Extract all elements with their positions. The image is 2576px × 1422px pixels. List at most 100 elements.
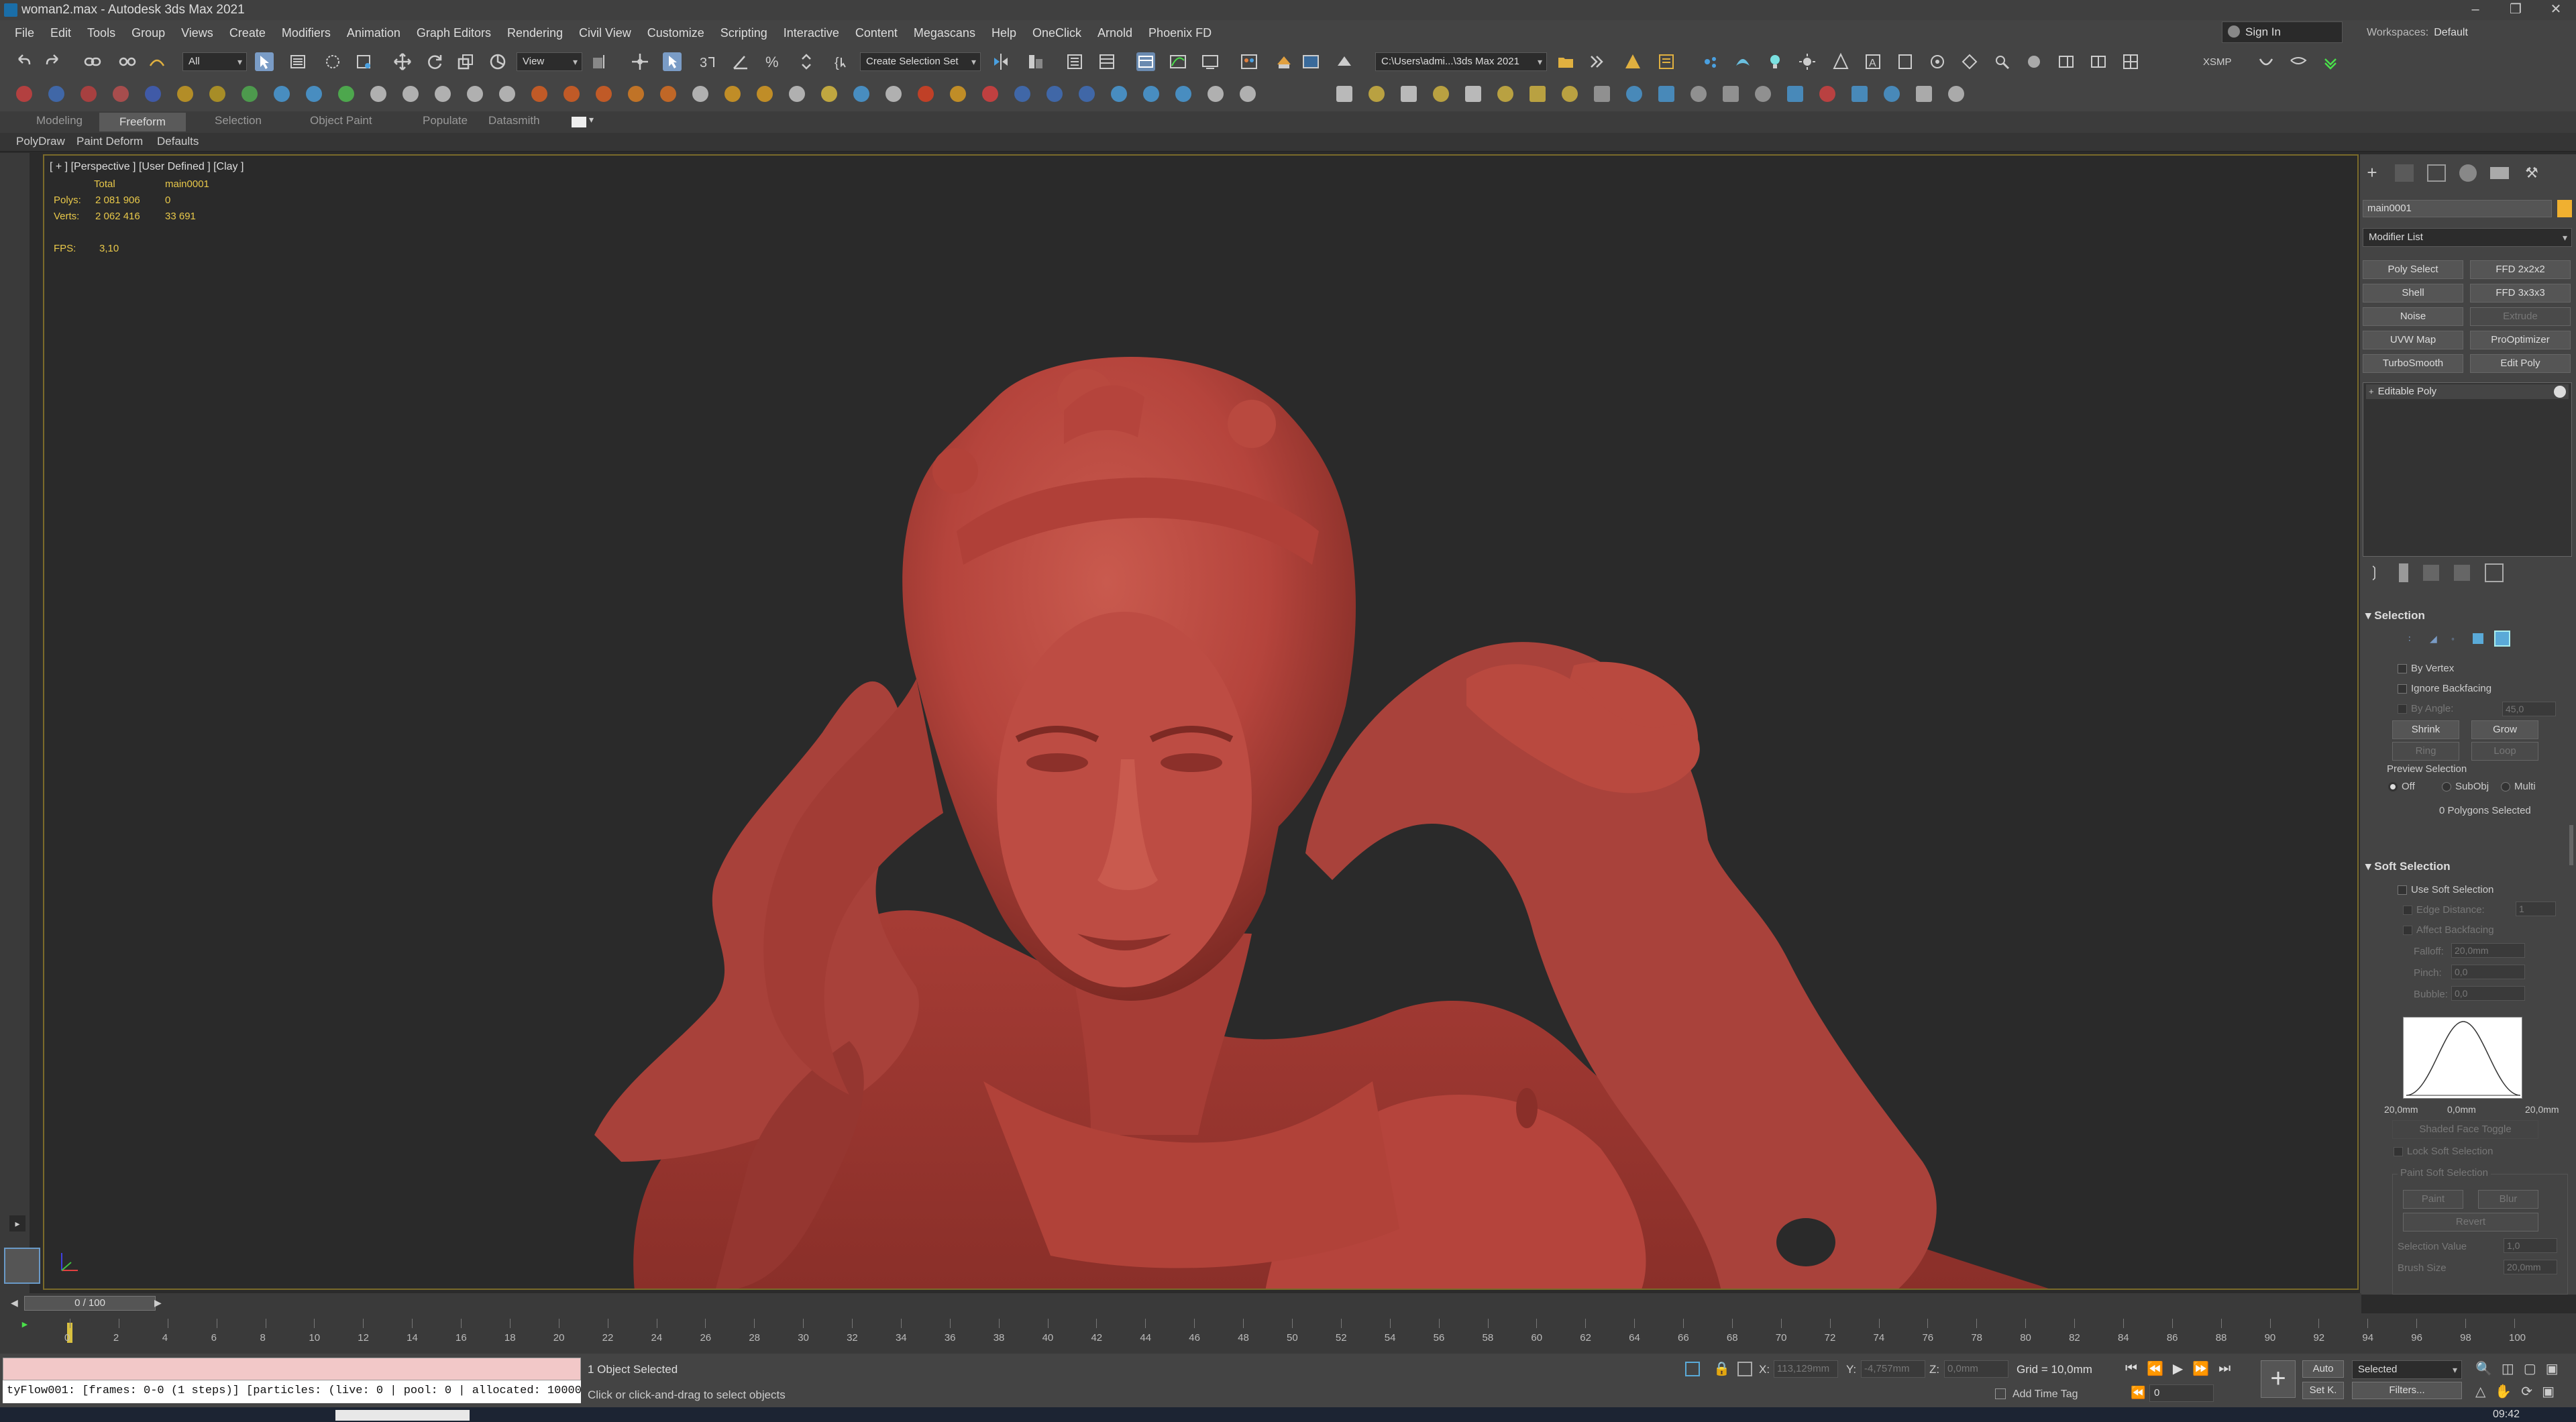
phoenix-sim-icon[interactable] bbox=[1733, 52, 1752, 71]
border-icon[interactable]: ◦ bbox=[2451, 633, 2462, 644]
smooth-icon[interactable] bbox=[2257, 52, 2275, 71]
restore-icon[interactable]: ❐ bbox=[2496, 0, 2536, 20]
zoom-extents-all-icon[interactable]: ▣ bbox=[2546, 1360, 2559, 1377]
paint-button[interactable]: Paint bbox=[2403, 1190, 2463, 1209]
camera-icon[interactable] bbox=[177, 86, 193, 102]
toolbar-overflow-icon[interactable] bbox=[1587, 52, 1606, 71]
by-angle-checkbox[interactable] bbox=[2398, 704, 2407, 714]
zoom-all-icon[interactable]: ◫ bbox=[2502, 1360, 2514, 1377]
key-filters-button[interactable]: Filters... bbox=[2352, 1382, 2462, 1399]
scale-icon[interactable] bbox=[456, 52, 475, 71]
object-color-swatch[interactable] bbox=[2557, 200, 2572, 217]
grass-icon[interactable] bbox=[1755, 86, 1771, 102]
pause-sim-icon[interactable] bbox=[402, 86, 419, 102]
rotate-icon[interactable] bbox=[425, 52, 444, 71]
tyflow-icon[interactable] bbox=[1701, 52, 1720, 71]
modify-tab-icon[interactable] bbox=[2395, 164, 2414, 182]
ribbon-toggle-icon[interactable] bbox=[1136, 52, 1155, 71]
show-result-icon[interactable] bbox=[2554, 386, 2566, 398]
edge-distance-checkbox[interactable] bbox=[2403, 906, 2412, 915]
arnold-icon[interactable] bbox=[1497, 86, 1513, 102]
vertex-icon[interactable]: ∶ bbox=[2408, 633, 2419, 644]
rendered-frame-window-icon[interactable] bbox=[1301, 52, 1320, 71]
xsmp-label[interactable]: XSMP bbox=[2203, 56, 2232, 68]
helper-icon[interactable] bbox=[209, 86, 225, 102]
tab-freeform[interactable]: Freeform bbox=[99, 113, 186, 131]
smoke-icon[interactable] bbox=[564, 86, 580, 102]
menu-item-phoenix-fd[interactable]: Phoenix FD bbox=[1142, 20, 1221, 46]
render-icon[interactable] bbox=[16, 86, 32, 102]
zoom-icon[interactable]: 🔍 bbox=[2475, 1360, 2492, 1377]
lock-soft-selection-checkbox[interactable] bbox=[2394, 1147, 2403, 1156]
maxscript-output[interactable]: tyFlow001: [frames: 0-0 (1 steps)] [part… bbox=[3, 1380, 581, 1403]
menu-item-edit[interactable]: Edit bbox=[44, 20, 80, 46]
water-icon[interactable] bbox=[1626, 86, 1642, 102]
paint-icon[interactable] bbox=[821, 86, 837, 102]
panel-toggle-icon[interactable] bbox=[2057, 52, 2076, 71]
bind-space-warp-icon[interactable] bbox=[148, 52, 166, 71]
vray-light-icon[interactable] bbox=[1143, 86, 1159, 102]
go-to-end-icon[interactable]: ⏭ bbox=[2218, 1361, 2231, 1376]
modifier-button-edit-poly[interactable]: Edit Poly bbox=[2470, 354, 2571, 373]
falloff-spinner[interactable]: 20,0mm bbox=[2451, 943, 2525, 958]
list-icon[interactable] bbox=[499, 86, 515, 102]
window-crossing-icon[interactable] bbox=[354, 52, 373, 71]
spacewarp-icon[interactable] bbox=[241, 86, 258, 102]
sun-positioner-icon[interactable] bbox=[1798, 52, 1817, 71]
prev-frame-icon[interactable]: ◀ bbox=[11, 1297, 23, 1309]
modifier-button-poly-select[interactable]: Poly Select bbox=[2363, 260, 2463, 279]
link-icon[interactable] bbox=[83, 52, 102, 71]
pin-stack-icon[interactable]: ❳ bbox=[2368, 563, 2384, 582]
help2-icon[interactable] bbox=[1948, 86, 1964, 102]
select-manipulate-icon[interactable] bbox=[631, 52, 649, 71]
make-unique-icon[interactable] bbox=[2423, 565, 2439, 581]
redo-icon[interactable] bbox=[44, 52, 63, 71]
sign-in-button[interactable]: Sign In bbox=[2222, 21, 2343, 43]
help-icon[interactable] bbox=[1240, 86, 1256, 102]
menu-item-civil-view[interactable]: Civil View bbox=[572, 20, 641, 46]
bubble-spinner[interactable]: 0,0 bbox=[2451, 986, 2525, 1001]
tree-icon[interactable] bbox=[1723, 86, 1739, 102]
modifier-button-noise[interactable]: Noise bbox=[2363, 307, 2463, 326]
create-tab-icon[interactable]: + bbox=[2363, 162, 2381, 183]
selection-rollout-title[interactable]: ▾ Selection bbox=[2365, 609, 2425, 622]
time-slider-thumb[interactable]: 0 / 100 bbox=[24, 1296, 156, 1311]
stop-sim-icon[interactable] bbox=[435, 86, 451, 102]
grow-button[interactable]: Grow bbox=[2471, 720, 2538, 739]
ribbon-options-icon[interactable] bbox=[572, 117, 586, 127]
tab-datasmith[interactable]: Datasmith bbox=[488, 114, 540, 127]
fracture-icon[interactable] bbox=[885, 86, 902, 102]
notes-icon[interactable] bbox=[1657, 52, 1676, 71]
selection-lock-icon[interactable]: 🔒 bbox=[1713, 1360, 1730, 1377]
track-bar[interactable]: ► 0 2 4 6 8 10 12 14 16 18 20 22 24 26 28 30 32 34 36 38 40 4… bbox=[0, 1313, 2576, 1354]
next-frame-button-icon[interactable]: ⏩ bbox=[2192, 1360, 2209, 1377]
modifier-button-shell[interactable]: Shell bbox=[2363, 284, 2463, 303]
teapot-icon[interactable] bbox=[48, 86, 64, 102]
tab-selection[interactable]: Selection bbox=[215, 114, 262, 127]
blur-button[interactable]: Blur bbox=[2478, 1190, 2538, 1209]
edge-distance-spinner[interactable]: 1 bbox=[2516, 901, 2556, 916]
arnold-material-icon[interactable] bbox=[1896, 52, 1915, 71]
liquid-icon[interactable] bbox=[596, 86, 612, 102]
fire-icon[interactable] bbox=[531, 86, 547, 102]
menu-item-megascans[interactable]: Megascans bbox=[907, 20, 985, 46]
scene-icon[interactable] bbox=[1368, 86, 1385, 102]
zoom-extents-icon[interactable]: ▢ bbox=[2524, 1360, 2536, 1377]
menu-item-oneclick[interactable]: OneClick bbox=[1026, 20, 1091, 46]
brush-icon[interactable] bbox=[692, 86, 708, 102]
configure-sets-icon[interactable] bbox=[2485, 563, 2504, 582]
motion-tab-icon[interactable] bbox=[2459, 164, 2477, 182]
polydraw-tab[interactable]: PolyDraw bbox=[16, 135, 65, 148]
cloth-icon[interactable] bbox=[853, 86, 869, 102]
menu-item-content[interactable]: Content bbox=[849, 20, 907, 46]
modifier-stack[interactable]: + Editable Poly bbox=[2363, 382, 2572, 557]
sphere2-icon[interactable] bbox=[1787, 86, 1803, 102]
track-bar-filter-icon[interactable]: ► bbox=[20, 1319, 30, 1329]
orbit-icon[interactable]: ⟳ bbox=[2521, 1383, 2532, 1400]
cone-icon[interactable] bbox=[1079, 86, 1095, 102]
viewport-label[interactable]: [ + ] [Perspective ] [User Defined ] [Cl… bbox=[50, 161, 244, 173]
light-probe-icon[interactable] bbox=[1658, 86, 1674, 102]
sun-icon[interactable] bbox=[1529, 86, 1546, 102]
preview-off-radio[interactable] bbox=[2388, 782, 2398, 791]
target-icon[interactable] bbox=[1851, 86, 1868, 102]
